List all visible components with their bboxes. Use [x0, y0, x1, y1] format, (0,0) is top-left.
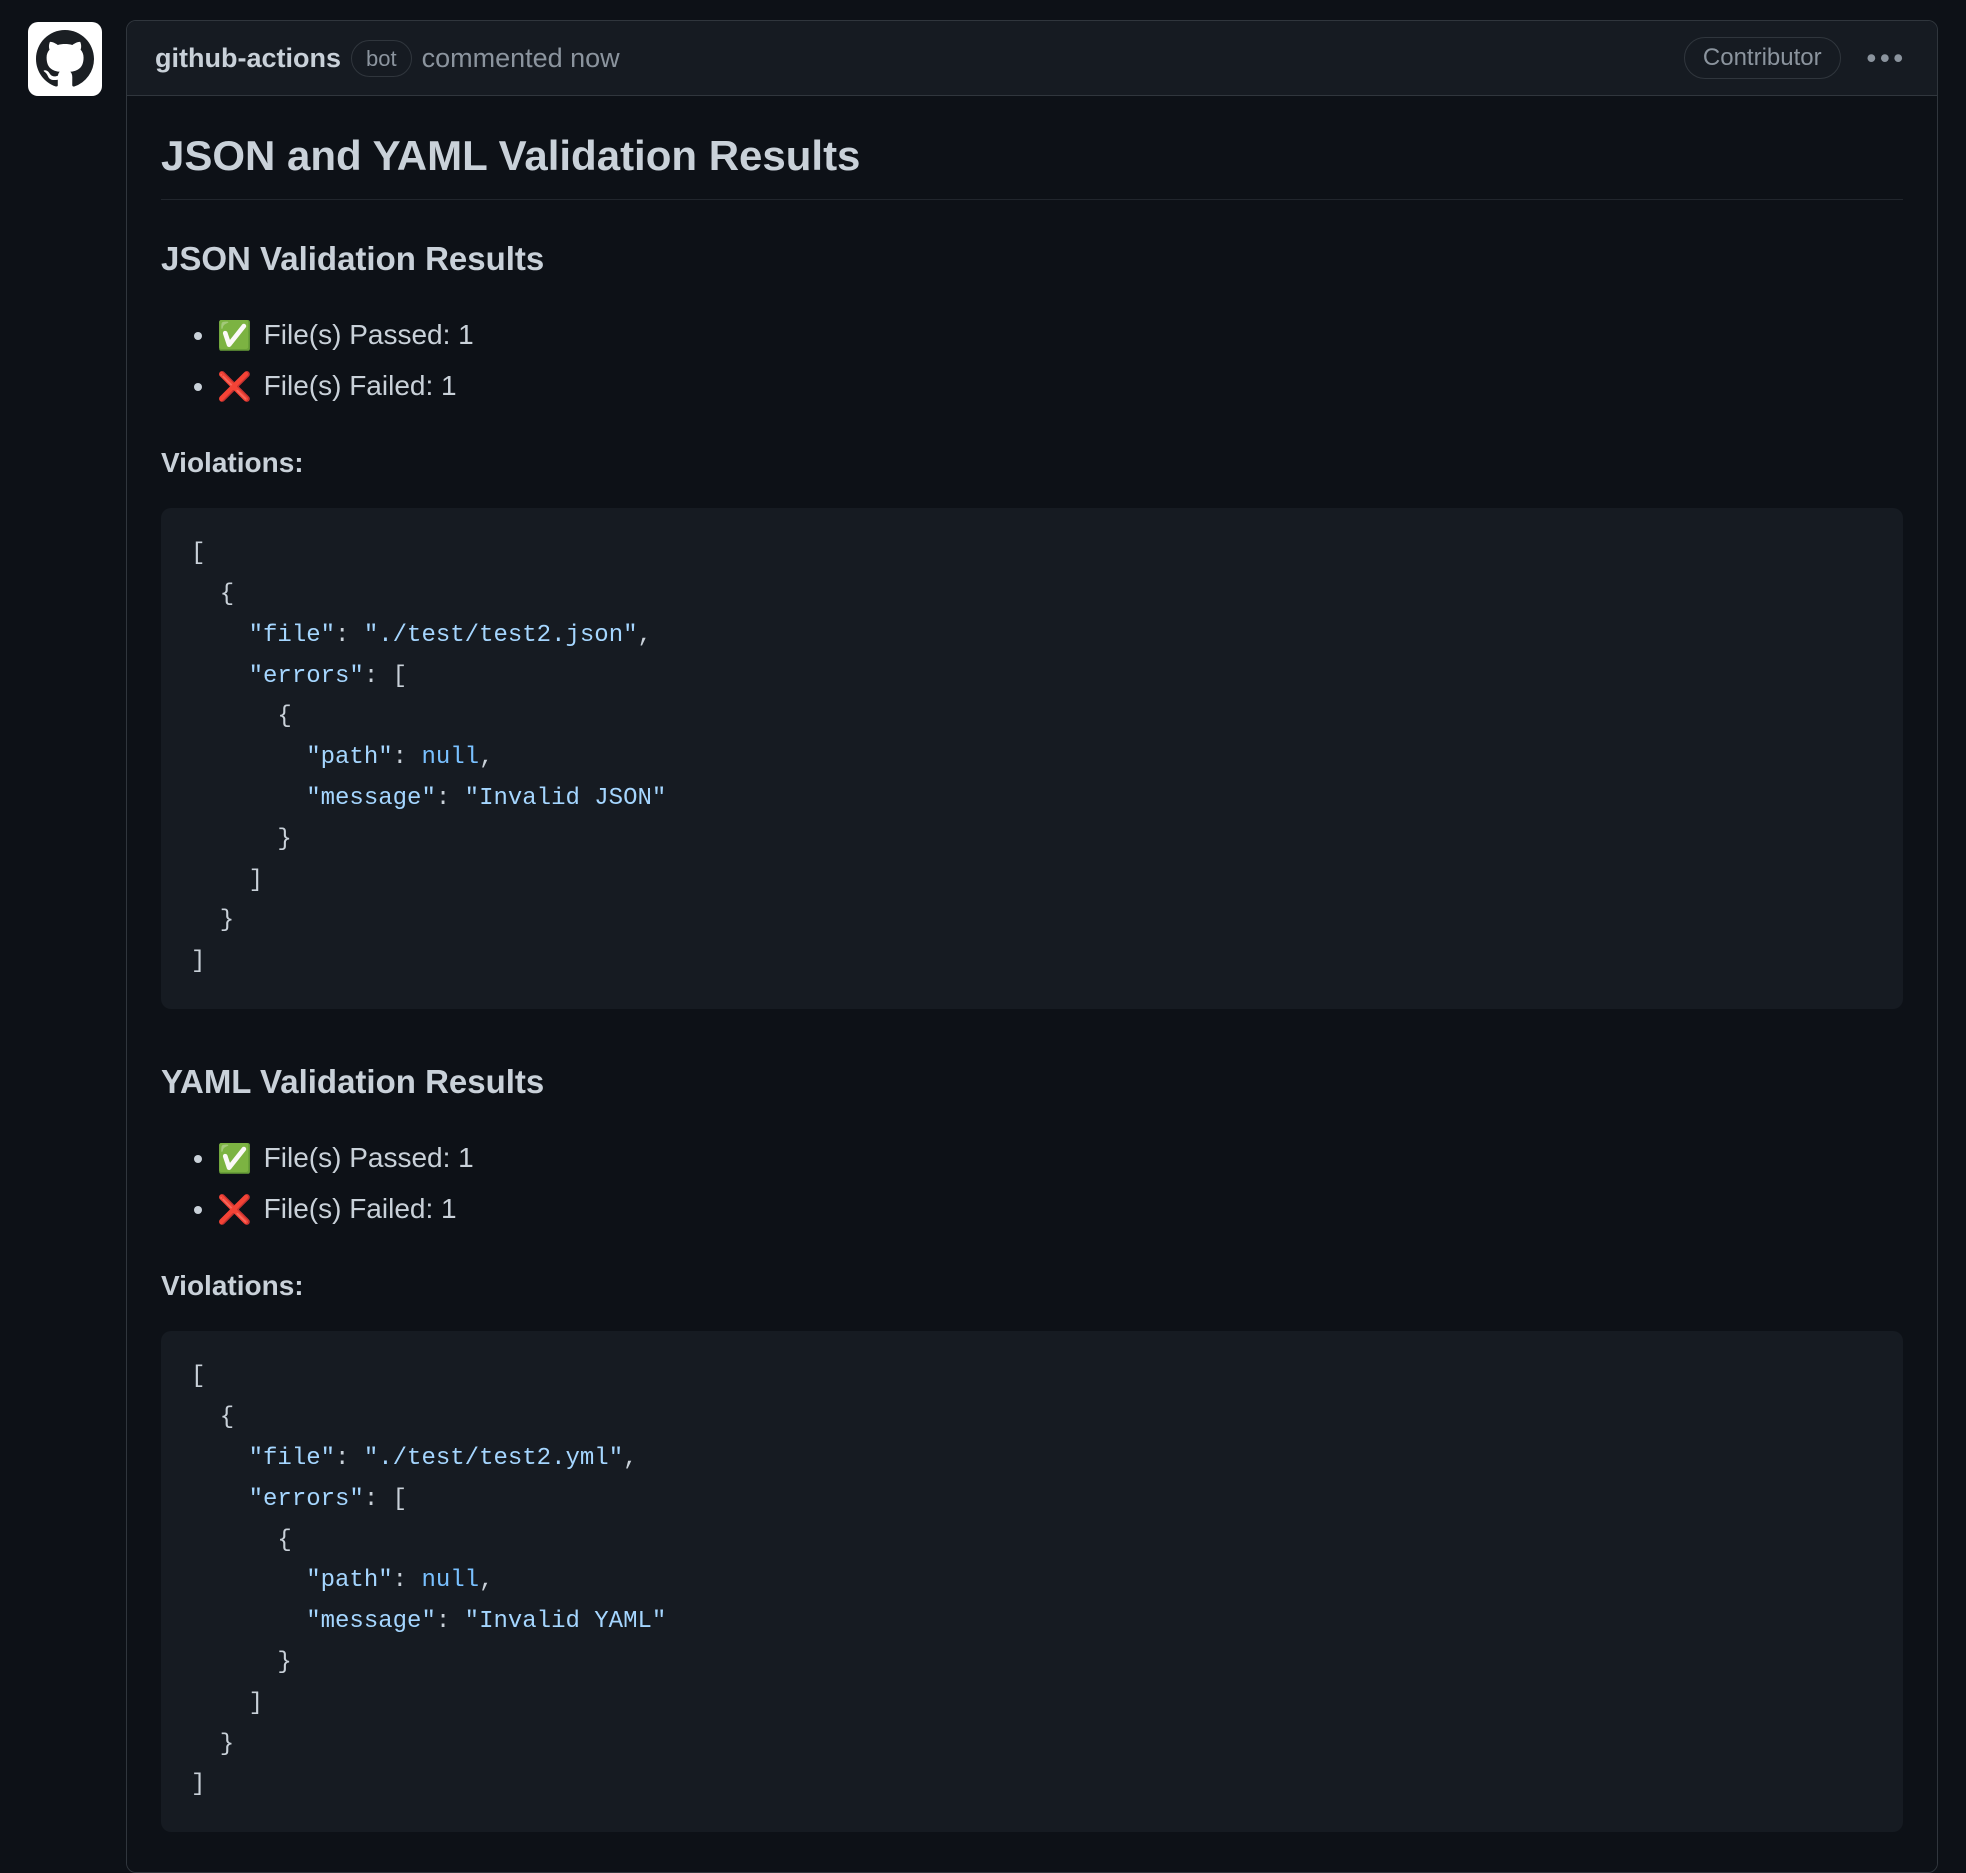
yaml-failed-text: File(s) Failed: 1 — [264, 1193, 457, 1224]
json-failed-text: File(s) Failed: 1 — [264, 370, 457, 401]
json-results-list: ✅ File(s) Passed: 1 ❌ File(s) Failed: 1 — [217, 310, 1903, 413]
yaml-violations-code: [ { "file": "./test/test2.yml", "errors"… — [161, 1331, 1903, 1832]
list-item: ❌ File(s) Failed: 1 — [217, 1184, 1903, 1235]
contributor-badge: Contributor — [1684, 37, 1841, 79]
github-logo-icon — [28, 22, 102, 96]
comment-container: github-actions bot commented now Contrib… — [126, 20, 1938, 1873]
comment-timestamp[interactable]: commented now — [422, 38, 620, 79]
json-section-heading: JSON Validation Results — [161, 234, 1903, 284]
yaml-violations-label: Violations: — [161, 1265, 1903, 1307]
json-passed-text: File(s) Passed: 1 — [264, 319, 474, 350]
yaml-results-list: ✅ File(s) Passed: 1 ❌ File(s) Failed: 1 — [217, 1133, 1903, 1236]
check-icon: ✅ — [217, 1143, 252, 1174]
json-violations-code: [ { "file": "./test/test2.json", "errors… — [161, 508, 1903, 1009]
list-item: ❌ File(s) Failed: 1 — [217, 361, 1903, 412]
json-violations-label: Violations: — [161, 442, 1903, 484]
comment-body: JSON and YAML Validation Results JSON Va… — [127, 96, 1937, 1872]
kebab-menu-icon[interactable]: ••• — [1865, 38, 1909, 79]
list-item: ✅ File(s) Passed: 1 — [217, 1133, 1903, 1184]
yaml-section-heading: YAML Validation Results — [161, 1057, 1903, 1107]
check-icon: ✅ — [217, 320, 252, 351]
results-title: JSON and YAML Validation Results — [161, 124, 1903, 200]
author-name[interactable]: github-actions — [155, 38, 341, 79]
bot-badge: bot — [351, 40, 412, 77]
cross-icon: ❌ — [217, 371, 252, 402]
list-item: ✅ File(s) Passed: 1 — [217, 310, 1903, 361]
author-avatar[interactable] — [28, 20, 102, 96]
cross-icon: ❌ — [217, 1194, 252, 1225]
comment-header: github-actions bot commented now Contrib… — [127, 21, 1937, 96]
yaml-passed-text: File(s) Passed: 1 — [264, 1142, 474, 1173]
